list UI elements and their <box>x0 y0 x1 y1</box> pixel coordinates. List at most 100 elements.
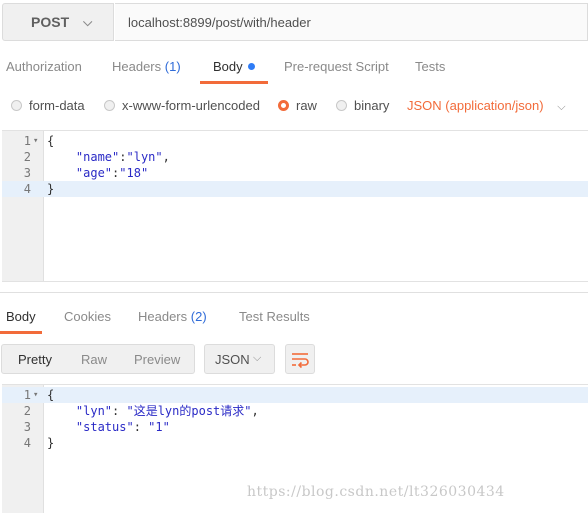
response-toolbar: Pretty Raw Preview JSON ⌵ <box>0 344 588 378</box>
format-label: JSON <box>215 352 250 367</box>
code-line: 2 "name":"lyn", <box>2 149 588 165</box>
line-number: 1 <box>23 134 31 148</box>
response-headers-count: (2) <box>190 309 207 324</box>
tab-body-label: Body <box>213 59 243 74</box>
content-type-label: JSON (application/json) <box>407 98 544 113</box>
json-value: "这是lyn的post请求" <box>126 404 252 418</box>
chevron-down-icon: ⌵ <box>557 101 566 113</box>
tab-response-headers[interactable]: Headers (2) <box>138 309 207 324</box>
line-number: 3 <box>23 420 31 434</box>
radio-form-data-label: form-data <box>29 98 85 113</box>
tab-authorization[interactable]: Authorization <box>6 59 82 74</box>
code-text: } <box>47 435 54 451</box>
radio-urlencoded-label: x-www-form-urlencoded <box>122 98 260 113</box>
watermark: https://blog.csdn.net/lt326030434 <box>247 484 505 500</box>
tab-test-results[interactable]: Test Results <box>239 309 310 324</box>
section-divider <box>0 292 588 293</box>
wrap-lines-icon <box>292 353 309 369</box>
request-tabs: Authorization Headers (1) Body Pre-reque… <box>0 46 588 86</box>
tab-response-body[interactable]: Body <box>6 309 36 324</box>
chevron-down-icon: ⌵ <box>83 14 93 29</box>
json-key: "lyn" <box>75 404 113 418</box>
method-label: POST <box>31 14 70 30</box>
wrap-lines-button[interactable] <box>285 344 315 374</box>
code-text: { <box>47 133 54 149</box>
tab-prerequest-script[interactable]: Pre-request Script <box>284 59 389 74</box>
json-key: "status" <box>75 420 134 434</box>
active-tab-indicator <box>200 81 268 84</box>
code-line-active: 1 ▾ { <box>2 387 588 403</box>
view-mode-switch: Pretty Raw Preview <box>1 344 195 374</box>
json-value: "lyn" <box>126 150 163 164</box>
code-line: 3 "status": "1" <box>2 419 588 435</box>
code-punct: { <box>47 388 55 402</box>
code-text: { <box>47 387 54 403</box>
view-pretty-button[interactable]: Pretty <box>18 352 52 367</box>
json-key: "name" <box>75 150 120 164</box>
code-punct: : <box>133 420 149 434</box>
tab-headers[interactable]: Headers (1) <box>112 59 181 74</box>
url-input[interactable]: localhost:8899/post/with/header <box>115 3 588 41</box>
radio-circle-icon <box>104 100 115 111</box>
request-body-editor[interactable]: 1 ▾ { 2 "name":"lyn", 3 "age":"18" 4 } <box>2 130 588 282</box>
format-select[interactable]: JSON ⌵ <box>204 344 275 374</box>
line-number: 4 <box>23 436 31 450</box>
radio-raw-label: raw <box>296 98 317 113</box>
code-line: 3 "age":"18" <box>2 165 588 181</box>
view-preview-button[interactable]: Preview <box>134 352 180 367</box>
code-punct: , <box>162 150 170 164</box>
modified-dot-icon <box>247 63 255 70</box>
url-value: localhost:8899/post/with/header <box>128 14 311 30</box>
radio-circle-icon <box>336 100 347 111</box>
radio-binary-label: binary <box>354 98 390 113</box>
request-url-bar: POST ⌵ localhost:8899/post/with/header <box>0 0 588 44</box>
response-tabs: Body Cookies Headers (2) Test Results <box>0 300 588 336</box>
tab-cookies[interactable]: Cookies <box>64 309 111 324</box>
code-line: 4 } <box>2 435 588 451</box>
radio-form-data[interactable]: form-data <box>11 98 85 113</box>
method-select[interactable]: POST ⌵ <box>2 3 114 41</box>
code-text: "status": "1" <box>47 419 170 435</box>
json-value: "1" <box>148 420 170 434</box>
tab-response-headers-label: Headers <box>138 309 188 324</box>
code-punct: : <box>119 150 127 164</box>
tab-body[interactable]: Body <box>213 59 255 74</box>
code-text: "age":"18" <box>47 165 148 181</box>
content-type-select[interactable]: JSON (application/json) ⌵ <box>407 98 566 114</box>
code-text: } <box>47 181 54 197</box>
radio-urlencoded[interactable]: x-www-form-urlencoded <box>104 98 260 113</box>
radio-raw[interactable]: raw <box>278 98 317 113</box>
chevron-down-icon: ⌵ <box>253 352 262 364</box>
line-number: 2 <box>23 150 31 164</box>
tab-tests[interactable]: Tests <box>415 59 445 74</box>
code-punct: } <box>47 182 55 196</box>
code-text: "lyn": "这是lyn的post请求", <box>47 403 259 419</box>
line-number: 4 <box>23 182 31 196</box>
line-number: 3 <box>23 166 31 180</box>
headers-count: (1) <box>164 59 181 74</box>
radio-selected-icon <box>278 100 289 111</box>
code-punct: { <box>47 134 55 148</box>
fold-triangle-icon[interactable]: ▾ <box>33 387 38 403</box>
json-key: "age" <box>75 166 113 180</box>
code-line: 1 ▾ { <box>2 133 588 149</box>
fold-triangle-icon[interactable]: ▾ <box>33 133 38 149</box>
body-type-row: form-data x-www-form-urlencoded raw bina… <box>0 88 588 124</box>
code-line: 2 "lyn": "这是lyn的post请求", <box>2 403 588 419</box>
view-raw-button[interactable]: Raw <box>81 352 107 367</box>
line-number: 1 <box>23 388 31 402</box>
code-punct: : <box>112 404 127 418</box>
tab-headers-label: Headers <box>112 59 162 74</box>
code-line-active: 4 } <box>2 181 588 197</box>
json-value: "18" <box>119 166 149 180</box>
code-text: "name":"lyn", <box>47 149 170 165</box>
radio-binary[interactable]: binary <box>336 98 389 113</box>
code-punct: , <box>251 404 259 418</box>
radio-circle-icon <box>11 100 22 111</box>
active-tab-indicator <box>0 331 42 334</box>
line-number: 2 <box>23 404 31 418</box>
